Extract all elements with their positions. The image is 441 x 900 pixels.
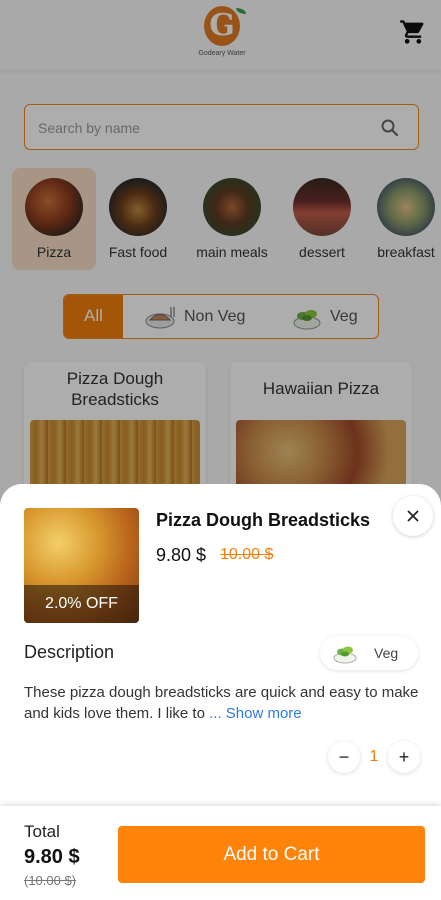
decrease-quantity-button[interactable]: − [328, 741, 360, 773]
product-old-price: 10.00 $ [220, 546, 274, 563]
product-image: 2.0% OFF [24, 508, 139, 623]
quantity-stepper: − 1 + [328, 740, 420, 774]
veg-icon [333, 646, 357, 664]
quantity-value: 1 [369, 748, 379, 765]
product-description: These pizza dough breadsticks are quick … [24, 682, 424, 724]
veg-badge-label: Veg [374, 645, 399, 661]
close-icon [407, 510, 419, 522]
show-more-link[interactable]: ... Show more [209, 705, 302, 722]
close-button[interactable] [393, 496, 433, 536]
total-old-price: (10.00 $) [24, 873, 77, 888]
discount-badge: 2.0% OFF [24, 585, 139, 623]
total-price: 9.80 $ [24, 846, 80, 868]
total-label: Total [24, 822, 60, 841]
veg-badge: Veg [320, 636, 418, 670]
cart-footer: Total 9.80 $ (10.00 $) Add to Cart [0, 806, 441, 900]
product-price: 9.80 $ [156, 545, 207, 565]
increase-quantity-button[interactable]: + [388, 741, 420, 773]
add-to-cart-button[interactable]: Add to Cart [118, 826, 425, 883]
description-heading: Description [24, 642, 115, 662]
product-title: Pizza Dough Breadsticks [156, 510, 371, 530]
app-screen: G Godeary Water Search by name Pizza Fas… [0, 0, 441, 900]
